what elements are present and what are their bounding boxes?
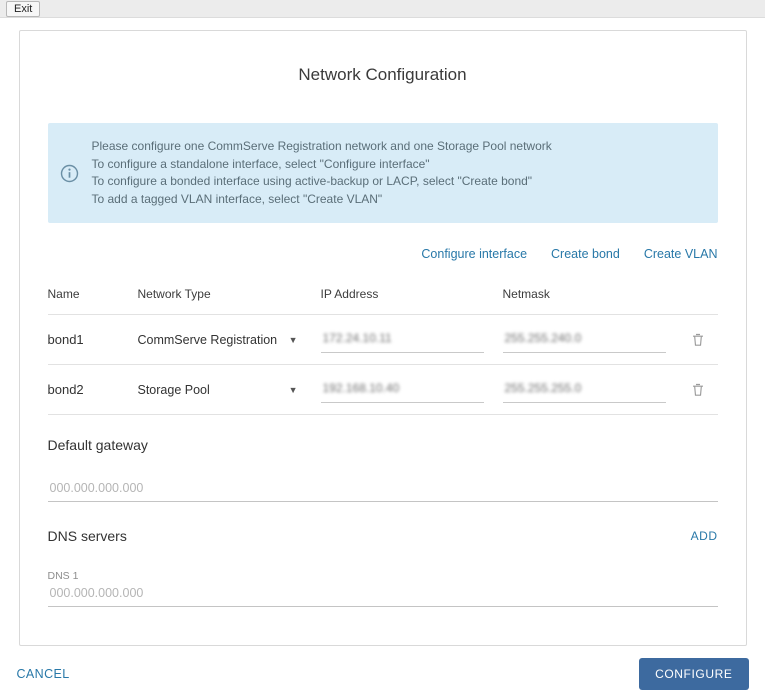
delete-row-button[interactable] [688, 329, 708, 350]
info-icon [60, 164, 79, 183]
row-name: bond2 [48, 382, 138, 397]
dns-servers-header: DNS servers ADD [48, 528, 718, 544]
create-bond-link[interactable]: Create bond [551, 247, 620, 261]
dns1-input[interactable] [48, 584, 718, 607]
table-toolbar: Configure interface Create bond Create V… [48, 247, 718, 261]
networks-table: Name Network Type IP Address Netmask bon… [48, 287, 718, 415]
network-configuration-dialog: Network Configuration Please configure o… [19, 30, 747, 646]
info-line-4: To add a tagged VLAN interface, select "… [92, 191, 552, 209]
network-type-select[interactable]: CommServe Registration ▼ [138, 333, 302, 347]
table-header-row: Name Network Type IP Address Netmask [48, 287, 718, 315]
netmask-field[interactable]: 255.255.255.0 [503, 377, 666, 403]
cancel-button[interactable]: CANCEL [17, 667, 70, 681]
network-type-select[interactable]: Storage Pool ▼ [138, 383, 302, 397]
chevron-down-icon: ▼ [289, 385, 302, 395]
exit-button[interactable]: Exit [6, 1, 40, 17]
dialog-footer: CANCEL CONFIGURE [9, 654, 757, 694]
info-line-3: To configure a bonded interface using ac… [92, 173, 552, 191]
create-vlan-link[interactable]: Create VLAN [644, 247, 718, 261]
configure-interface-link[interactable]: Configure interface [421, 247, 527, 261]
ip-address-value: 192.168.10.40 [323, 381, 400, 395]
netmask-value: 255.255.255.0 [505, 381, 582, 395]
network-type-value: Storage Pool [138, 383, 210, 397]
configure-button[interactable]: CONFIGURE [639, 658, 748, 690]
add-dns-button[interactable]: ADD [691, 529, 718, 543]
table-row: bond2 Storage Pool ▼ 192.168.10.40 255.2… [48, 365, 718, 415]
netmask-value: 255.255.240.0 [505, 331, 582, 345]
dns-servers-label: DNS servers [48, 528, 127, 544]
ip-address-value: 172.24.10.11 [323, 331, 392, 345]
netmask-field[interactable]: 255.255.240.0 [503, 327, 666, 353]
info-banner: Please configure one CommServe Registrat… [48, 123, 718, 223]
column-header-network-type: Network Type [138, 287, 321, 301]
default-gateway-input[interactable] [48, 479, 718, 502]
table-row: bond1 CommServe Registration ▼ 172.24.10… [48, 315, 718, 365]
default-gateway-label: Default gateway [48, 437, 718, 453]
info-line-1: Please configure one CommServe Registrat… [92, 138, 552, 156]
page-title: Network Configuration [48, 65, 718, 85]
row-name: bond1 [48, 332, 138, 347]
network-type-value: CommServe Registration [138, 333, 278, 347]
info-message: Please configure one CommServe Registrat… [92, 138, 552, 208]
top-bar: Exit [0, 0, 765, 18]
column-header-ip-address: IP Address [321, 287, 503, 301]
column-header-name: Name [48, 287, 138, 301]
chevron-down-icon: ▼ [289, 335, 302, 345]
dns1-label: DNS 1 [48, 570, 718, 582]
delete-row-button[interactable] [688, 379, 708, 400]
trash-icon [690, 386, 706, 401]
column-header-netmask: Netmask [503, 287, 681, 301]
info-line-2: To configure a standalone interface, sel… [92, 156, 552, 174]
ip-address-field[interactable]: 172.24.10.11 [321, 327, 484, 353]
trash-icon [690, 336, 706, 351]
ip-address-field[interactable]: 192.168.10.40 [321, 377, 484, 403]
